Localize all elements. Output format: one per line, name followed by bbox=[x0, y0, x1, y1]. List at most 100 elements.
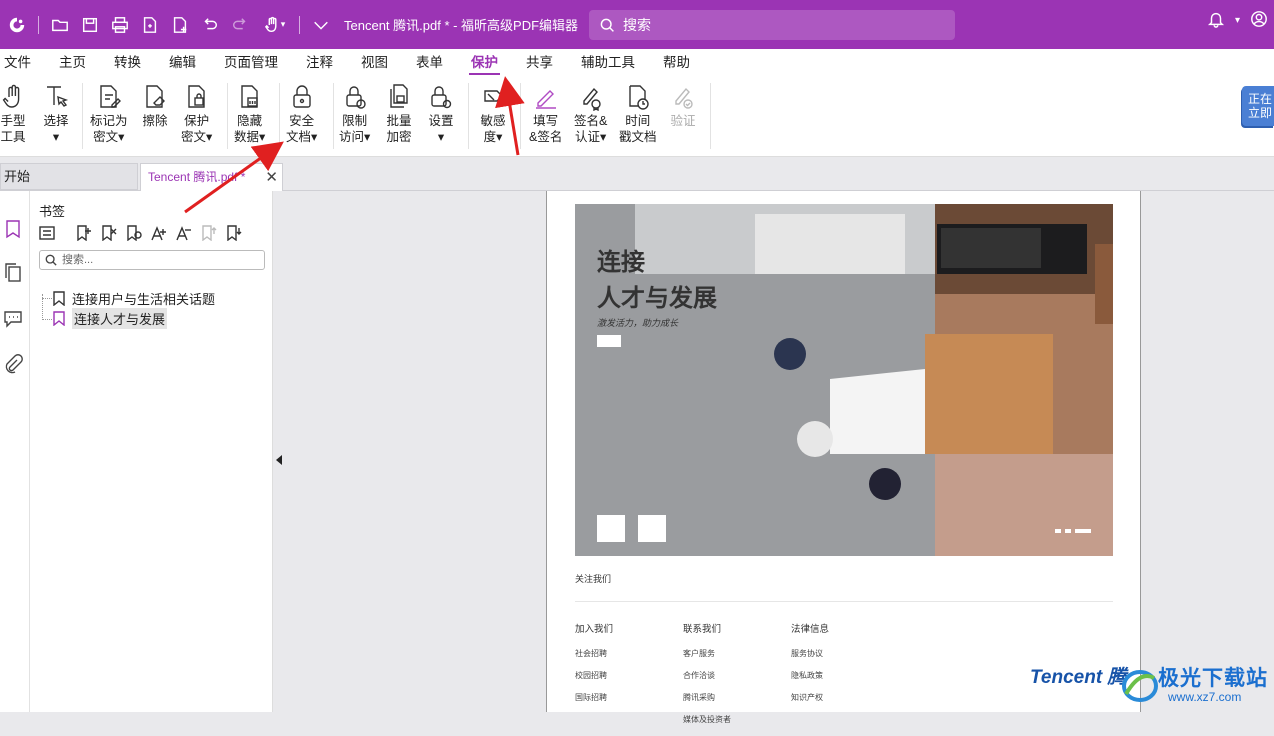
hide-data-button[interactable]: 隐藏 数据▾ bbox=[234, 83, 265, 145]
collapse-panel-icon[interactable] bbox=[276, 455, 282, 465]
batch-encrypt-button[interactable]: 批量 加密 bbox=[386, 83, 412, 145]
protect-redaction-icon bbox=[187, 85, 205, 108]
attachments-panel-icon[interactable] bbox=[3, 354, 25, 376]
sensitivity-button[interactable]: 敏感 度▾ bbox=[480, 83, 506, 145]
user-account-icon[interactable] bbox=[1250, 10, 1268, 31]
hand-tool-button[interactable]: 手型 工具 bbox=[0, 83, 26, 145]
tab-tencent-pdf[interactable]: Tencent 腾讯.pdf * ✕ bbox=[140, 163, 283, 191]
footer-column-legal: 法律信息 服务协议 隐私政策 知识产权 bbox=[791, 624, 830, 702]
ribbon-toolbar: 手型 工具 选择 ▾ 标记为 密文▾ 擦除 保护 密文▾ 隐藏 数据▾ 安全 文档▾ 限制访… bbox=[0, 77, 1274, 157]
bookmark-search-placeholder: 搜索... bbox=[62, 254, 94, 266]
bookmark-item[interactable]: 连接用户与生活相关话题 bbox=[52, 288, 215, 308]
bookmark-search-input[interactable]: 搜索... bbox=[39, 250, 265, 270]
panel-title: 书签 bbox=[39, 204, 66, 219]
select-button[interactable]: 选择 ▾ bbox=[43, 83, 69, 145]
verify-signature-icon bbox=[675, 87, 693, 109]
erase-button[interactable]: 擦除 bbox=[142, 83, 168, 129]
menu-page-management[interactable]: 页面管理 bbox=[210, 49, 292, 77]
menu-convert[interactable]: 转换 bbox=[100, 49, 155, 77]
verify-button[interactable]: 验证 bbox=[670, 83, 696, 129]
bookmark-properties-icon[interactable] bbox=[126, 225, 143, 242]
menu-help[interactable]: 帮助 bbox=[649, 49, 704, 77]
undo-icon[interactable] bbox=[195, 10, 225, 40]
office-photo-illustration bbox=[575, 204, 1113, 556]
menu-bar: 文件 主页 转换 编辑 页面管理 注释 视图 表单 保护 共享 辅助工具 帮助 bbox=[0, 49, 1274, 77]
create-file-icon[interactable] bbox=[165, 10, 195, 40]
document-tab-bar: 开始 Tencent 腾讯.pdf * ✕ bbox=[0, 163, 1274, 191]
menu-protect[interactable]: 保护 bbox=[457, 49, 512, 77]
menu-view[interactable]: 视图 bbox=[347, 49, 402, 77]
site-watermark: 极光下载站 www.xz7.com bbox=[1118, 660, 1274, 712]
bookmark-panel-icon[interactable] bbox=[3, 219, 25, 241]
bookmark-options-icon[interactable] bbox=[39, 225, 56, 242]
bookmark-up-icon[interactable] bbox=[201, 225, 218, 242]
footer-column-join: 加入我们 社会招聘 校园招聘 国际招聘 bbox=[575, 624, 614, 702]
notification-bell-icon[interactable] bbox=[1207, 10, 1225, 31]
menu-comment[interactable]: 注释 bbox=[292, 49, 347, 77]
comments-panel-icon[interactable] bbox=[3, 308, 25, 330]
bookmark-down-icon[interactable] bbox=[226, 225, 243, 242]
divider bbox=[333, 83, 334, 149]
eraser-icon bbox=[146, 85, 165, 108]
new-doc-icon[interactable] bbox=[135, 10, 165, 40]
tree-line bbox=[42, 319, 52, 320]
add-bookmark-icon[interactable] bbox=[76, 225, 93, 242]
open-folder-icon[interactable] bbox=[45, 10, 75, 40]
sign-certify-icon bbox=[582, 87, 601, 111]
promo-banner[interactable]: 正在 立即 bbox=[1242, 86, 1274, 126]
hand-tool-dropdown-icon[interactable]: ▾ bbox=[255, 10, 293, 40]
bookmark-item-selected[interactable]: 连接人才与发展 bbox=[52, 307, 168, 329]
delete-bookmark-icon[interactable] bbox=[101, 225, 118, 242]
tab-start[interactable]: 开始 bbox=[0, 163, 138, 190]
sign-certify-button[interactable]: 签名& 认证▾ bbox=[574, 83, 607, 145]
tab-label: Tencent 腾讯.pdf * bbox=[148, 170, 246, 184]
hero-subtitle: 激发活力，助力成长 bbox=[597, 318, 679, 328]
expand-bookmarks-icon[interactable] bbox=[151, 225, 168, 242]
restrict-access-button[interactable]: 限制 访问▾ bbox=[339, 83, 370, 145]
fill-sign-button[interactable]: 填写 &签名 bbox=[529, 83, 562, 145]
chevron-down-icon[interactable]: ▾ bbox=[1235, 15, 1240, 26]
close-tab-icon[interactable]: ✕ bbox=[265, 164, 278, 191]
menu-accessibility[interactable]: 辅助工具 bbox=[567, 49, 649, 77]
tree-line bbox=[42, 298, 52, 299]
bookmarks-panel: 书签 搜索... 连接用户与生活相关话题 连接人才与发展 bbox=[30, 191, 273, 712]
menu-form[interactable]: 表单 bbox=[402, 49, 457, 77]
hide-data-icon bbox=[240, 85, 258, 108]
fill-sign-pen-icon bbox=[535, 90, 556, 109]
search-icon bbox=[600, 18, 614, 32]
protect-redaction-button[interactable]: 保护 密文▾ bbox=[181, 83, 212, 145]
timestamp-button[interactable]: 时间 戳文档 bbox=[619, 83, 657, 145]
lock-icon bbox=[292, 85, 311, 108]
menu-home[interactable]: 主页 bbox=[45, 49, 100, 77]
app-logo-icon[interactable] bbox=[2, 10, 32, 40]
divider bbox=[575, 601, 1113, 602]
hero-heading-line1: 连接 bbox=[597, 249, 645, 276]
print-icon[interactable] bbox=[105, 10, 135, 40]
footer-column-contact: 联系我们 客户服务 合作洽谈 腾讯采购 媒体及投资者 bbox=[683, 624, 731, 724]
divider bbox=[82, 83, 83, 149]
title-bar: ▾ Tencent 腾讯.pdf * - 福昕高级PDF编辑器 搜索 ▾ bbox=[0, 0, 1274, 49]
quick-access-dropdown-icon[interactable] bbox=[306, 10, 336, 40]
secure-document-button[interactable]: 安全 文档▾ bbox=[286, 83, 317, 145]
tencent-logo: Tencent 腾 bbox=[1030, 667, 1127, 688]
search-input[interactable]: 搜索 bbox=[589, 10, 955, 40]
watermark-logo-icon bbox=[1122, 670, 1158, 702]
bookmark-toolbar bbox=[39, 225, 243, 242]
divider bbox=[227, 83, 228, 149]
pages-panel-icon[interactable] bbox=[3, 263, 25, 285]
sensitivity-label-icon bbox=[484, 90, 503, 102]
pdf-page: 连接 人才与发展 激发活力，助力成长 关注我们 加入我们 社会招聘 校园招聘 国… bbox=[546, 191, 1141, 724]
menu-share[interactable]: 共享 bbox=[512, 49, 567, 77]
document-title: Tencent 腾讯.pdf * - 福昕高级PDF编辑器 bbox=[344, 18, 579, 33]
divider bbox=[279, 83, 280, 149]
divider bbox=[299, 15, 300, 34]
divider bbox=[520, 83, 521, 149]
menu-edit[interactable]: 编辑 bbox=[155, 49, 210, 77]
settings-lock-icon bbox=[431, 86, 452, 109]
security-settings-button[interactable]: 设置 ▾ bbox=[428, 83, 454, 145]
menu-file[interactable]: 文件 bbox=[0, 49, 45, 77]
collapse-bookmarks-icon[interactable] bbox=[176, 225, 193, 242]
save-icon[interactable] bbox=[75, 10, 105, 40]
mark-redaction-button[interactable]: 标记为 密文▾ bbox=[90, 83, 128, 145]
redo-icon[interactable] bbox=[225, 10, 255, 40]
